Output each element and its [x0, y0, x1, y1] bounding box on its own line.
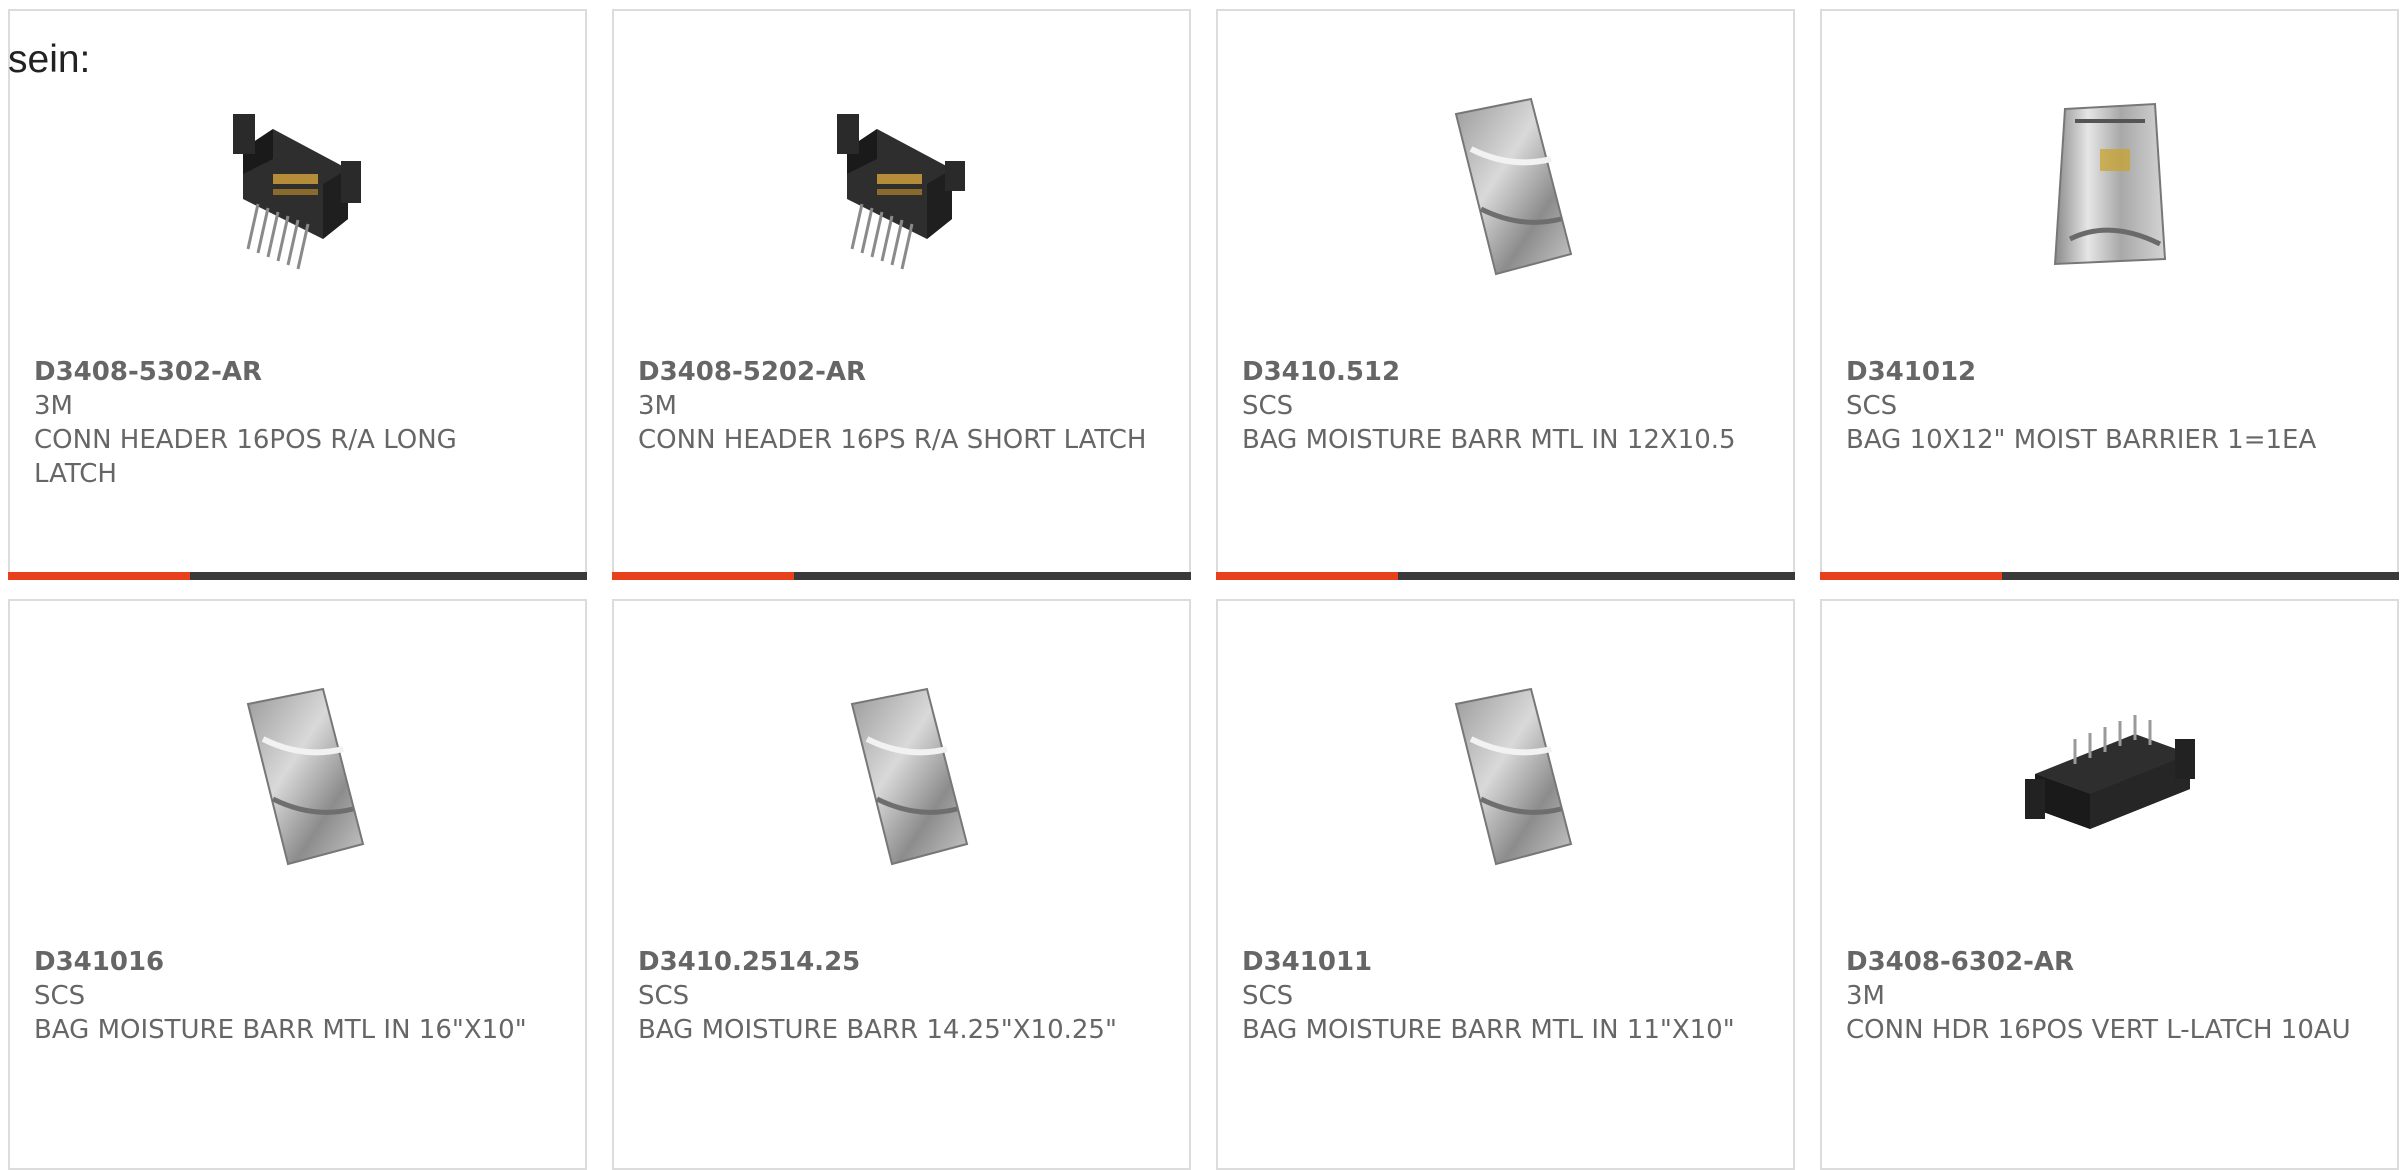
part-number[interactable]: D3408-5202-AR [638, 355, 1149, 389]
accent-segment [8, 572, 190, 580]
product-info: D3410.512 SCS BAG MOISTURE BARR MTL IN 1… [1242, 355, 1753, 457]
product-card[interactable]: D341016 SCS BAG MOISTURE BARR MTL IN 16"… [8, 599, 587, 1170]
product-info: D3410.2514.25 SCS BAG MOISTURE BARR 14.2… [638, 945, 1149, 1047]
manufacturer: SCS [1242, 981, 1294, 1011]
product-image[interactable] [1405, 83, 1607, 285]
product-grid: D3408-5302-AR 3M CONN HEADER 16POS R/A L… [8, 9, 2399, 1170]
lead-text: sein: [8, 38, 91, 81]
accent-segment [1216, 572, 1398, 580]
product-description: BAG 10X12" MOIST BARRIER 1=1EA [1846, 425, 2317, 455]
product-info: D3408-5202-AR 3M CONN HEADER 16PS R/A SH… [638, 355, 1149, 457]
manufacturer: 3M [1846, 981, 1885, 1011]
product-card[interactable]: D341012 SCS BAG 10X12" MOIST BARRIER 1=1… [1820, 9, 2399, 580]
accent-segment [1820, 572, 2002, 580]
product-description: CONN HDR 16POS VERT L-LATCH 10AU [1846, 1015, 2351, 1045]
product-card[interactable]: D3410.512 SCS BAG MOISTURE BARR MTL IN 1… [1216, 9, 1795, 580]
manufacturer: SCS [1846, 391, 1898, 421]
product-image[interactable] [197, 83, 399, 285]
product-info: D341016 SCS BAG MOISTURE BARR MTL IN 16"… [34, 945, 545, 1047]
product-info: D3408-5302-AR 3M CONN HEADER 16POS R/A L… [34, 355, 545, 491]
product-info: D341011 SCS BAG MOISTURE BARR MTL IN 11"… [1242, 945, 1753, 1047]
product-card[interactable]: D3408-6302-AR 3M CONN HDR 16POS VERT L-L… [1820, 599, 2399, 1170]
part-number[interactable]: D341016 [34, 945, 545, 979]
card-accent-bar [1820, 572, 2399, 580]
product-image[interactable] [2009, 83, 2211, 285]
product-description: CONN HEADER 16POS R/A LONG LATCH [34, 425, 457, 489]
product-description: BAG MOISTURE BARR MTL IN 12X10.5 [1242, 425, 1736, 455]
bag-open-icon [2053, 102, 2166, 266]
product-image[interactable] [801, 673, 1003, 875]
product-image[interactable] [1405, 673, 1607, 875]
accent-segment [612, 572, 794, 580]
card-accent-bar [8, 572, 587, 580]
manufacturer: SCS [1242, 391, 1294, 421]
part-number[interactable]: D3408-5302-AR [34, 355, 545, 389]
part-number[interactable]: D3410.512 [1242, 355, 1753, 389]
product-description: CONN HEADER 16PS R/A SHORT LATCH [638, 425, 1147, 455]
product-card[interactable]: D3410.2514.25 SCS BAG MOISTURE BARR 14.2… [612, 599, 1191, 1170]
connector-ra-icon [232, 114, 361, 270]
card-accent-bar [1216, 572, 1795, 580]
product-card[interactable]: D341011 SCS BAG MOISTURE BARR MTL IN 11"… [1216, 599, 1795, 1170]
connector-vert-icon [2024, 715, 2195, 829]
connector-ra-icon [836, 114, 965, 270]
product-info: D341012 SCS BAG 10X12" MOIST BARRIER 1=1… [1846, 355, 2357, 457]
product-description: BAG MOISTURE BARR MTL IN 11"X10" [1242, 1015, 1735, 1045]
part-number[interactable]: D3408-6302-AR [1846, 945, 2357, 979]
card-accent-bar [612, 572, 1191, 580]
manufacturer: 3M [34, 391, 73, 421]
manufacturer: 3M [638, 391, 677, 421]
product-image[interactable] [197, 673, 399, 875]
part-number[interactable]: D3410.2514.25 [638, 945, 1149, 979]
product-image[interactable] [2009, 673, 2211, 875]
bag-icon [246, 687, 364, 866]
product-description: BAG MOISTURE BARR 14.25"X10.25" [638, 1015, 1117, 1045]
bag-icon [1454, 97, 1572, 276]
product-image[interactable] [801, 83, 1003, 285]
part-number[interactable]: D341011 [1242, 945, 1753, 979]
product-card[interactable]: D3408-5202-AR 3M CONN HEADER 16PS R/A SH… [612, 9, 1191, 580]
manufacturer: SCS [638, 981, 690, 1011]
part-number[interactable]: D341012 [1846, 355, 2357, 389]
bag-icon [850, 687, 968, 866]
manufacturer: SCS [34, 981, 86, 1011]
product-description: BAG MOISTURE BARR MTL IN 16"X10" [34, 1015, 527, 1045]
product-card[interactable]: D3408-5302-AR 3M CONN HEADER 16POS R/A L… [8, 9, 587, 580]
bag-icon [1454, 687, 1572, 866]
product-info: D3408-6302-AR 3M CONN HDR 16POS VERT L-L… [1846, 945, 2357, 1047]
